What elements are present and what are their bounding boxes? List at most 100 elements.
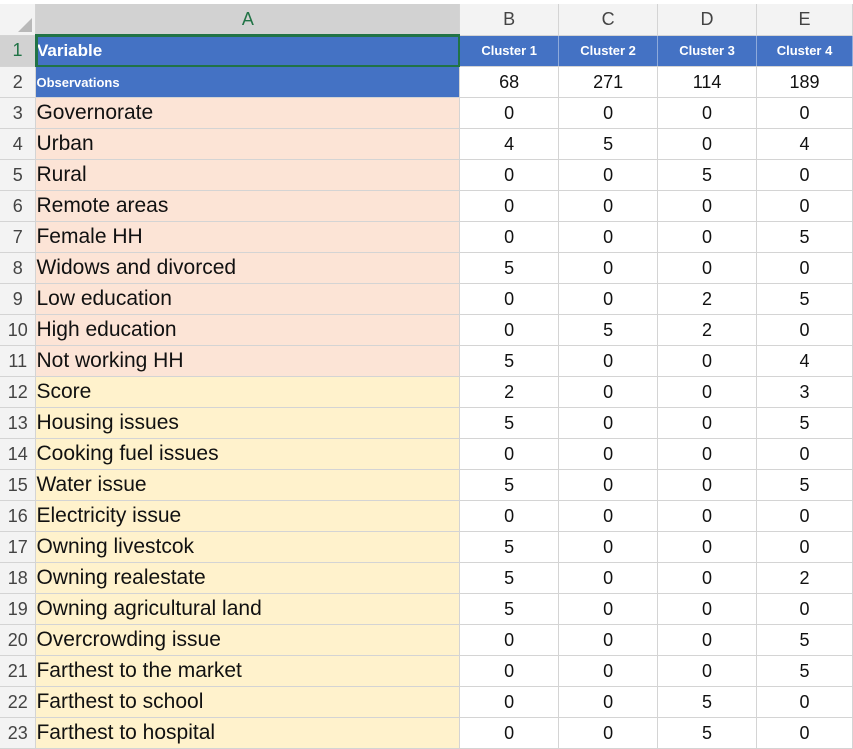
cell-cluster-2-value[interactable]: 5 [558,314,659,346]
cell-variable[interactable]: High education [35,314,461,346]
cell-observations-cluster-2[interactable]: 271 [558,66,659,98]
cell-cluster-2-header[interactable]: Cluster 2 [558,35,659,67]
cell-cluster-2-value[interactable]: 0 [558,469,659,501]
cell-cluster-4-value[interactable]: 0 [756,686,853,718]
cell-cluster-2-value[interactable]: 0 [558,190,659,222]
cell-observations-cluster-3[interactable]: 114 [657,66,758,98]
cell-cluster-4-value[interactable]: 0 [756,159,853,191]
cell-variable[interactable]: Urban [35,128,461,160]
cell-cluster-3-value[interactable]: 5 [657,717,758,749]
cell-cluster-4-value[interactable]: 0 [756,531,853,563]
cell-cluster-2-value[interactable]: 0 [558,562,659,594]
cell-cluster-2-value[interactable]: 0 [558,593,659,625]
cell-cluster-1-header[interactable]: Cluster 1 [459,35,560,67]
cell-variable[interactable]: Farthest to hospital [35,717,461,749]
row-header[interactable]: 23 [0,717,37,749]
cell-cluster-2-value[interactable]: 0 [558,221,659,253]
cell-cluster-2-value[interactable]: 0 [558,500,659,532]
cell-cluster-1-value[interactable]: 5 [459,252,560,284]
cell-cluster-4-value[interactable]: 5 [756,283,853,315]
row-header[interactable]: 2 [0,66,37,98]
cell-cluster-4-value[interactable]: 0 [756,252,853,284]
cell-cluster-1-value[interactable]: 0 [459,686,560,718]
cell-cluster-1-value[interactable]: 0 [459,500,560,532]
cell-cluster-1-value[interactable]: 5 [459,469,560,501]
row-header[interactable]: 19 [0,593,37,625]
row-header[interactable]: 1 [0,35,37,67]
cell-cluster-2-value[interactable]: 0 [558,438,659,470]
cell-cluster-3-value[interactable]: 0 [657,407,758,439]
column-header-d[interactable]: D [657,4,758,36]
row-header[interactable]: 22 [0,686,37,718]
cell-cluster-2-value[interactable]: 0 [558,686,659,718]
row-header[interactable]: 8 [0,252,37,284]
cell-variable[interactable]: Remote areas [35,190,461,222]
cell-cluster-1-value[interactable]: 0 [459,97,560,129]
row-header[interactable]: 15 [0,469,37,501]
cell-variable[interactable]: Farthest to the market [35,655,461,687]
cell-cluster-4-value[interactable]: 5 [756,221,853,253]
cell-cluster-2-value[interactable]: 0 [558,345,659,377]
cell-cluster-2-value[interactable]: 0 [558,283,659,315]
cell-variable[interactable]: Score [35,376,461,408]
row-header[interactable]: 10 [0,314,37,346]
row-header[interactable]: 16 [0,500,37,532]
cell-observations-cluster-1[interactable]: 68 [459,66,560,98]
row-header[interactable]: 20 [0,624,37,656]
column-header-b[interactable]: B [459,4,560,36]
cell-cluster-4-value[interactable]: 0 [756,593,853,625]
cell-variable[interactable]: Electricity issue [35,500,461,532]
row-header[interactable]: 4 [0,128,37,160]
cell-cluster-2-value[interactable]: 0 [558,376,659,408]
cell-cluster-4-value[interactable]: 2 [756,562,853,594]
cell-cluster-1-value[interactable]: 0 [459,438,560,470]
cell-variable[interactable]: Cooking fuel issues [35,438,461,470]
cell-cluster-3-value[interactable]: 0 [657,469,758,501]
cell-cluster-1-value[interactable]: 0 [459,655,560,687]
row-header[interactable]: 9 [0,283,37,315]
cell-cluster-2-value[interactable]: 0 [558,252,659,284]
cell-cluster-2-value[interactable]: 0 [558,159,659,191]
row-header[interactable]: 18 [0,562,37,594]
select-all-corner[interactable] [0,4,37,36]
cell-cluster-1-value[interactable]: 4 [459,128,560,160]
cell-cluster-1-value[interactable]: 5 [459,407,560,439]
cell-variable[interactable]: Low education [35,283,461,315]
cell-cluster-3-header[interactable]: Cluster 3 [657,35,758,67]
cell-cluster-3-value[interactable]: 0 [657,128,758,160]
cell-cluster-3-value[interactable]: 0 [657,655,758,687]
cell-cluster-3-value[interactable]: 0 [657,252,758,284]
cell-variable[interactable]: Rural [35,159,461,191]
cell-cluster-4-header[interactable]: Cluster 4 [756,35,853,67]
row-header[interactable]: 5 [0,159,37,191]
cell-cluster-1-value[interactable]: 0 [459,717,560,749]
cell-cluster-3-value[interactable]: 2 [657,283,758,315]
cell-cluster-4-value[interactable]: 3 [756,376,853,408]
cell-variable-header[interactable]: Variable [35,35,461,67]
cell-cluster-3-value[interactable]: 5 [657,159,758,191]
cell-cluster-3-value[interactable]: 0 [657,97,758,129]
cell-variable[interactable]: Owning realestate [35,562,461,594]
cell-cluster-3-value[interactable]: 0 [657,376,758,408]
cell-cluster-1-value[interactable]: 0 [459,190,560,222]
column-header-e[interactable]: E [756,4,853,36]
row-header[interactable]: 21 [0,655,37,687]
cell-cluster-1-value[interactable]: 0 [459,314,560,346]
cell-cluster-1-value[interactable]: 0 [459,159,560,191]
cell-cluster-2-value[interactable]: 0 [558,97,659,129]
cell-cluster-2-value[interactable]: 0 [558,624,659,656]
row-header[interactable]: 3 [0,97,37,129]
cell-cluster-3-value[interactable]: 2 [657,314,758,346]
row-header[interactable]: 14 [0,438,37,470]
cell-variable[interactable]: Water issue [35,469,461,501]
cell-cluster-2-value[interactable]: 0 [558,407,659,439]
cell-variable[interactable]: Not working HH [35,345,461,377]
cell-cluster-1-value[interactable]: 5 [459,593,560,625]
cell-cluster-3-value[interactable]: 0 [657,438,758,470]
row-header[interactable]: 7 [0,221,37,253]
cell-cluster-3-value[interactable]: 0 [657,345,758,377]
cell-cluster-3-value[interactable]: 0 [657,221,758,253]
cell-cluster-4-value[interactable]: 0 [756,717,853,749]
cell-variable[interactable]: Widows and divorced [35,252,461,284]
cell-cluster-4-value[interactable]: 4 [756,345,853,377]
